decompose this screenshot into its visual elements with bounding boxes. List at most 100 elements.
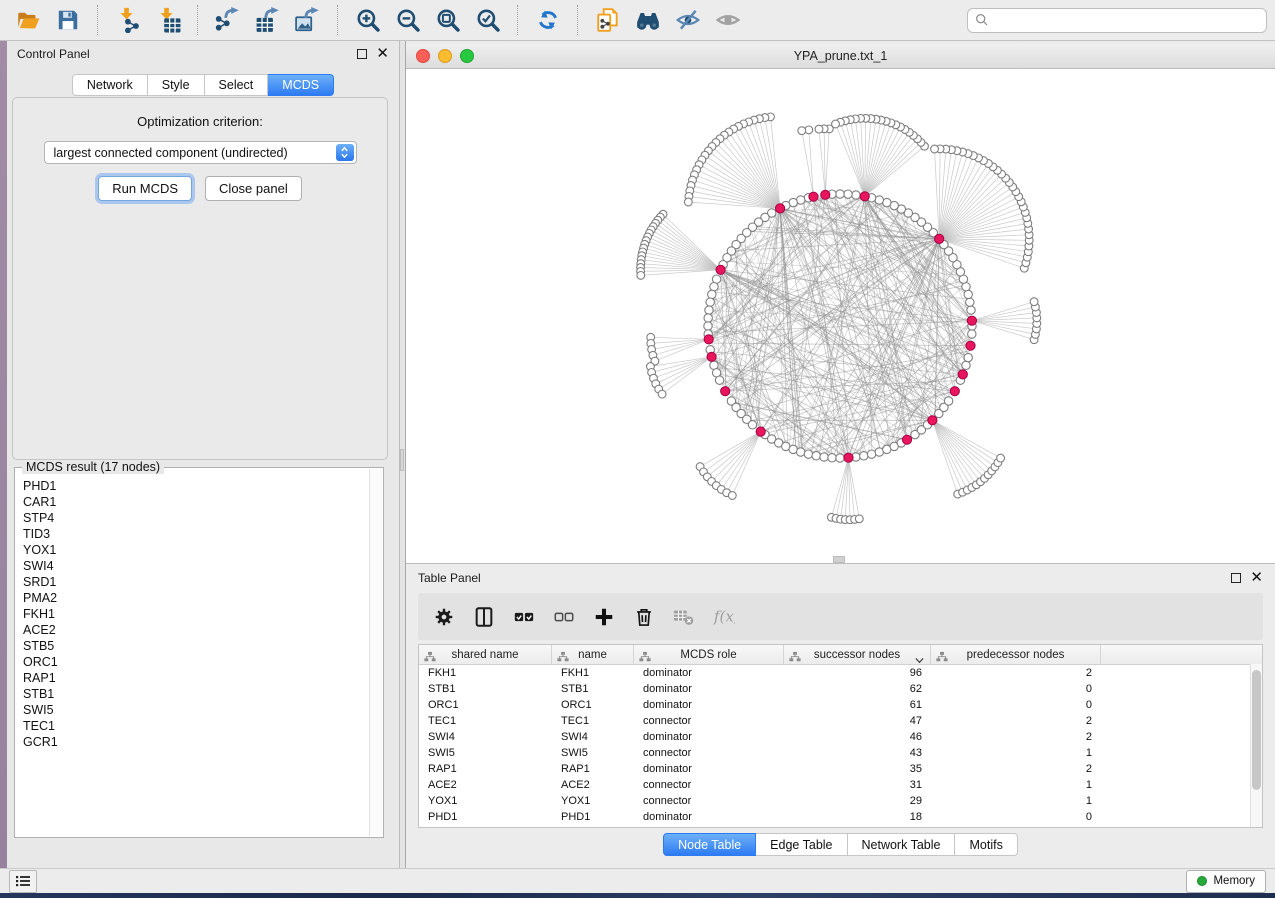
- table-row[interactable]: FKH1FKH1dominator962: [419, 665, 1262, 681]
- mcds-result-item[interactable]: PMA2: [23, 590, 383, 606]
- table-row[interactable]: SWI5SWI5connector431: [419, 745, 1262, 761]
- table-cell[interactable]: 1: [931, 793, 1101, 809]
- table-cell[interactable]: 29: [784, 793, 931, 809]
- tab-mcds[interactable]: MCDS: [268, 74, 334, 96]
- table-cell[interactable]: ACE2: [552, 777, 634, 793]
- tab-motifs[interactable]: Motifs: [955, 833, 1017, 856]
- tab-edge-table[interactable]: Edge Table: [756, 833, 847, 856]
- table-cell[interactable]: 2: [931, 665, 1101, 681]
- table-scrollbar[interactable]: [1250, 664, 1262, 827]
- deselect-all-button[interactable]: [548, 601, 580, 633]
- add-row-button[interactable]: [588, 601, 620, 633]
- table-row[interactable]: PHD1PHD1dominator180: [419, 809, 1262, 825]
- tab-network-table[interactable]: Network Table: [848, 833, 956, 856]
- close-window-icon[interactable]: [416, 49, 430, 63]
- network-graph[interactable]: [406, 69, 1275, 564]
- table-cell[interactable]: 47: [784, 713, 931, 729]
- table-cell[interactable]: YOX1: [552, 793, 634, 809]
- table-cell[interactable]: ORC1: [419, 697, 552, 713]
- tab-style[interactable]: Style: [148, 74, 205, 96]
- mcds-result-item[interactable]: YOX1: [23, 542, 383, 558]
- table-cell[interactable]: 0: [931, 809, 1101, 825]
- mcds-result-item[interactable]: SRD1: [23, 574, 383, 590]
- table-cell[interactable]: connector: [634, 713, 784, 729]
- table-cell[interactable]: dominator: [634, 729, 784, 745]
- column-header-name[interactable]: name: [552, 645, 634, 664]
- mcds-result-item[interactable]: ACE2: [23, 622, 383, 638]
- search-network-button[interactable]: [628, 3, 668, 37]
- float-panel-icon[interactable]: [357, 49, 367, 59]
- table-cell[interactable]: SWI4: [419, 729, 552, 745]
- zoom-selected-button[interactable]: [468, 3, 508, 37]
- mcds-result-item[interactable]: RAP1: [23, 670, 383, 686]
- scrollbar-thumb[interactable]: [1252, 670, 1261, 790]
- table-row[interactable]: YOX1YOX1connector291: [419, 793, 1262, 809]
- table-cell[interactable]: 1: [931, 777, 1101, 793]
- table-cell[interactable]: connector: [634, 745, 784, 761]
- table-row[interactable]: STB1STB1dominator620: [419, 681, 1262, 697]
- table-row[interactable]: ORC1ORC1dominator610: [419, 697, 1262, 713]
- table-cell[interactable]: FKH1: [419, 665, 552, 681]
- table-cell[interactable]: RAP1: [552, 761, 634, 777]
- table-cell[interactable]: connector: [634, 793, 784, 809]
- tab-node-table[interactable]: Node Table: [663, 833, 756, 856]
- minimize-window-icon[interactable]: [438, 49, 452, 63]
- table-cell[interactable]: dominator: [634, 681, 784, 697]
- table-cell[interactable]: PHD1: [552, 809, 634, 825]
- tab-network[interactable]: Network: [72, 74, 148, 96]
- table-row[interactable]: RAP1RAP1dominator352: [419, 761, 1262, 777]
- mcds-result-item[interactable]: STB1: [23, 686, 383, 702]
- table-cell[interactable]: SWI4: [552, 729, 634, 745]
- table-row[interactable]: ACE2ACE2connector311: [419, 777, 1262, 793]
- table-cell[interactable]: SWI5: [552, 745, 634, 761]
- table-cell[interactable]: ACE2: [419, 777, 552, 793]
- mcds-result-item[interactable]: SWI5: [23, 702, 383, 718]
- search-input[interactable]: [967, 8, 1267, 33]
- tab-select[interactable]: Select: [205, 74, 269, 96]
- table-cell[interactable]: dominator: [634, 761, 784, 777]
- close-panel-icon[interactable]: ✕: [376, 49, 389, 59]
- table-cell[interactable]: SWI5: [419, 745, 552, 761]
- column-header-shared-name[interactable]: shared name: [419, 645, 552, 664]
- mcds-list-scrollbar[interactable]: [369, 469, 382, 836]
- zoom-in-button[interactable]: [348, 3, 388, 37]
- import-network-button[interactable]: [108, 3, 148, 37]
- mcds-result-item[interactable]: PHD1: [23, 478, 383, 494]
- zoom-fit-button[interactable]: [428, 3, 468, 37]
- table-cell[interactable]: 2: [931, 761, 1101, 777]
- table-cell[interactable]: YOX1: [419, 793, 552, 809]
- table-cell[interactable]: 18: [784, 809, 931, 825]
- table-cell[interactable]: connector: [634, 777, 784, 793]
- mcds-result-item[interactable]: SWI4: [23, 558, 383, 574]
- table-cell[interactable]: 61: [784, 697, 931, 713]
- splitter-grip[interactable]: [400, 449, 404, 471]
- mcds-result-item[interactable]: TID3: [23, 526, 383, 542]
- export-image-button[interactable]: [288, 3, 328, 37]
- table-cell[interactable]: 62: [784, 681, 931, 697]
- table-cell[interactable]: TEC1: [552, 713, 634, 729]
- mcds-result-item[interactable]: GCR1: [23, 734, 383, 750]
- mcds-result-item[interactable]: STB5: [23, 638, 383, 654]
- table-row[interactable]: SWI4SWI4dominator462: [419, 729, 1262, 745]
- table-cell[interactable]: TEC1: [419, 713, 552, 729]
- mcds-result-item[interactable]: TEC1: [23, 718, 383, 734]
- table-cell[interactable]: 0: [931, 681, 1101, 697]
- table-cell[interactable]: 96: [784, 665, 931, 681]
- table-cell[interactable]: PHD1: [419, 809, 552, 825]
- horizontal-splitter-handle[interactable]: [833, 556, 845, 563]
- mcds-result-item[interactable]: FKH1: [23, 606, 383, 622]
- table-cell[interactable]: 46: [784, 729, 931, 745]
- column-header-predecessor-nodes[interactable]: predecessor nodes: [931, 645, 1101, 664]
- table-cell[interactable]: 1: [931, 745, 1101, 761]
- table-cell[interactable]: 2: [931, 713, 1101, 729]
- export-network-button[interactable]: [208, 3, 248, 37]
- import-table-button[interactable]: [148, 3, 188, 37]
- criterion-select[interactable]: largest connected component (undirected): [44, 141, 357, 164]
- zoom-out-button[interactable]: [388, 3, 428, 37]
- table-cell[interactable]: 0: [931, 697, 1101, 713]
- table-cell[interactable]: 35: [784, 761, 931, 777]
- network-view[interactable]: [406, 69, 1275, 564]
- show-columns-button[interactable]: [468, 601, 500, 633]
- table-cell[interactable]: 43: [784, 745, 931, 761]
- export-table-button[interactable]: [248, 3, 288, 37]
